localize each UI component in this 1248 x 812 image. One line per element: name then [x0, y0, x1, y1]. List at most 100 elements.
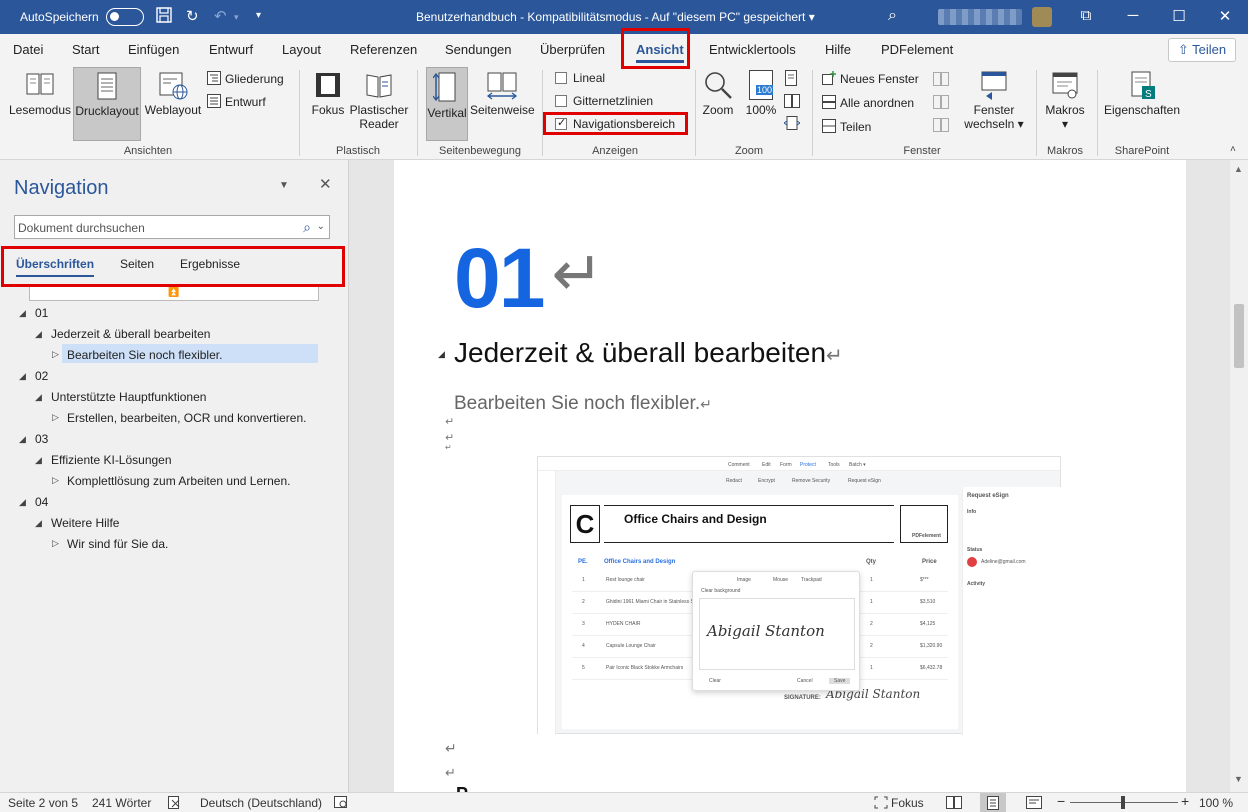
- nav-search-input[interactable]: Dokument durchsuchen ⌕ ⌄: [14, 215, 330, 239]
- zoom-100-button[interactable]: 100 100%: [742, 70, 780, 117]
- scrollbar-thumb[interactable]: [1234, 304, 1244, 368]
- document-page[interactable]: 01 ↵ ◢ Jederzeit & überall bearbeiten↵ Be…: [394, 160, 1186, 792]
- fokus-button[interactable]: Fokus: [308, 70, 348, 117]
- heading-1[interactable]: Jederzeit & überall bearbeiten↵: [454, 337, 843, 369]
- subheading[interactable]: Bearbeiten Sie noch flexibler.↵: [454, 393, 712, 415]
- lesemodus-button[interactable]: Lesemodus: [8, 70, 72, 117]
- document-area[interactable]: 01 ↵ ◢ Jederzeit & überall bearbeiten↵ Be…: [350, 160, 1230, 792]
- tree-item[interactable]: Jederzeit & überall bearbeiten: [51, 327, 210, 341]
- zoom-in-button[interactable]: +: [1181, 793, 1189, 809]
- collapsed-triangle-icon[interactable]: ▷: [52, 475, 59, 486]
- redo-icon[interactable]: ↻: [186, 7, 199, 25]
- maximize-button[interactable]: ☐: [1164, 7, 1194, 25]
- focus-label[interactable]: Fokus: [891, 796, 924, 810]
- tab-referenzen[interactable]: Referenzen: [350, 42, 417, 57]
- search-icon[interactable]: ⌕: [888, 7, 897, 25]
- page-count[interactable]: Seite 2 von 5: [8, 796, 78, 810]
- one-page-icon[interactable]: [785, 70, 797, 89]
- tree-item[interactable]: Wir sind für Sie da.: [67, 537, 168, 551]
- tree-item[interactable]: Unterstützte Hauptfunktionen: [51, 390, 206, 404]
- document-title[interactable]: Benutzerhandbuch - Kompatibilitätsmodus …: [416, 10, 815, 24]
- zoom-button[interactable]: Zoom: [700, 70, 736, 117]
- word-count[interactable]: 241 Wörter: [92, 796, 151, 810]
- tab-hilfe[interactable]: Hilfe: [825, 42, 851, 57]
- collapsed-triangle-icon[interactable]: ▷: [52, 412, 59, 423]
- tree-item[interactable]: 03: [35, 432, 48, 446]
- reset-window-icon[interactable]: [933, 118, 949, 135]
- page-width-icon[interactable]: [783, 116, 801, 133]
- tab-entwurf[interactable]: Entwurf: [209, 42, 253, 57]
- tab-start[interactable]: Start: [72, 42, 99, 57]
- tree-item[interactable]: Erstellen, bearbeiten, OCR und konvertie…: [67, 411, 306, 425]
- print-layout-icon[interactable]: [980, 793, 1006, 812]
- minimize-button[interactable]: ─: [1118, 7, 1148, 24]
- chevron-down-icon[interactable]: ⌄: [317, 221, 325, 232]
- lineal-checkbox[interactable]: Lineal: [555, 71, 605, 85]
- expand-triangle-icon[interactable]: ◢: [19, 497, 26, 508]
- undo-icon[interactable]: ↶: [214, 7, 227, 25]
- tab-entwicklertools[interactable]: Entwicklertools: [709, 42, 796, 57]
- save-icon[interactable]: [156, 7, 172, 27]
- vertikal-button[interactable]: Vertikal: [426, 67, 468, 141]
- expand-triangle-icon[interactable]: ◢: [35, 518, 42, 529]
- tab-layout[interactable]: Layout: [282, 42, 321, 57]
- collapse-heading-icon[interactable]: ◢: [438, 349, 445, 360]
- side-by-side-icon[interactable]: [933, 72, 949, 89]
- customize-quick-access-icon[interactable]: ▾: [256, 10, 261, 21]
- collapsed-triangle-icon[interactable]: ▷: [52, 538, 59, 549]
- fenster-wechseln-button[interactable]: Fenster wechseln ▾: [960, 70, 1028, 131]
- zoom-percent[interactable]: 100 %: [1199, 796, 1233, 810]
- tree-item[interactable]: Bearbeiten Sie noch flexibler.: [67, 348, 222, 362]
- tab-ueberpruefen[interactable]: Überprüfen: [540, 42, 605, 57]
- tab-datei[interactable]: Datei: [13, 42, 43, 57]
- expand-triangle-icon[interactable]: ◢: [35, 392, 42, 403]
- autosave-toggle[interactable]: [106, 8, 144, 26]
- alle-anordnen-button[interactable]: Alle anordnen: [822, 95, 914, 110]
- expand-triangle-icon[interactable]: ◢: [19, 308, 26, 319]
- tree-item[interactable]: 04: [35, 495, 48, 509]
- seitenweise-button[interactable]: Seitenweise: [470, 70, 535, 117]
- close-button[interactable]: ✕: [1210, 7, 1240, 25]
- neues-fenster-button[interactable]: Neues Fenster: [822, 71, 919, 86]
- teilen-split-button[interactable]: Teilen: [822, 119, 871, 134]
- zoom-out-button[interactable]: −: [1057, 793, 1065, 809]
- tab-sendungen[interactable]: Sendungen: [445, 42, 512, 57]
- undo-dropdown-icon[interactable]: ▾: [234, 12, 239, 23]
- tab-pdfelement[interactable]: PDFelement: [881, 42, 953, 57]
- gitternetzlinien-checkbox[interactable]: Gitternetzlinien: [555, 94, 653, 108]
- tree-item[interactable]: 01: [35, 306, 48, 320]
- search-icon[interactable]: ⌕: [303, 219, 311, 236]
- tree-item[interactable]: Weitere Hilfe: [51, 516, 119, 530]
- chevron-down-icon[interactable]: ▼: [279, 180, 289, 191]
- embedded-screenshot-image[interactable]: Comment Edit Form Protect Tools Batch ▾ …: [537, 456, 1062, 735]
- accessibility-icon[interactable]: [334, 796, 348, 812]
- ribbon-display-options-icon[interactable]: ⧉: [1071, 7, 1101, 24]
- collapsed-triangle-icon[interactable]: ▷: [52, 349, 59, 360]
- web-layout-icon[interactable]: [1026, 796, 1042, 812]
- makros-button[interactable]: Makros ▾: [1040, 70, 1090, 131]
- tree-item[interactable]: 02: [35, 369, 48, 383]
- vertical-scrollbar[interactable]: ▲ ▼: [1230, 160, 1248, 792]
- account-name[interactable]: [938, 9, 1022, 25]
- plastischer-reader-button[interactable]: Plastischer Reader: [348, 70, 410, 131]
- collapse-ribbon-icon[interactable]: ˄: [1230, 144, 1236, 155]
- close-icon[interactable]: ✕: [319, 175, 332, 193]
- gliederung-button[interactable]: Gliederung: [207, 71, 284, 86]
- expand-triangle-icon[interactable]: ◢: [19, 371, 26, 382]
- language[interactable]: Deutsch (Deutschland): [200, 796, 322, 810]
- weblayout-button[interactable]: Weblayout: [142, 70, 204, 117]
- tree-item[interactable]: Effiziente KI-Lösungen: [51, 453, 172, 467]
- scroll-down-icon[interactable]: ▼: [1234, 774, 1243, 784]
- tree-item[interactable]: Komplettlösung zum Arbeiten und Lernen.: [67, 474, 290, 488]
- drucklayout-button[interactable]: Drucklayout: [73, 67, 141, 141]
- expand-triangle-icon[interactable]: ◢: [35, 455, 42, 466]
- sync-scroll-icon[interactable]: [933, 95, 949, 112]
- eigenschaften-button[interactable]: S Eigenschaften: [1100, 70, 1184, 117]
- proofing-icon[interactable]: [168, 796, 182, 812]
- avatar[interactable]: [1032, 7, 1052, 27]
- multiple-pages-icon[interactable]: [784, 94, 800, 111]
- read-mode-icon[interactable]: [946, 796, 962, 812]
- share-button[interactable]: ⇧ Teilen: [1168, 38, 1236, 62]
- chapter-number[interactable]: 01 ↵: [454, 230, 603, 327]
- expand-triangle-icon[interactable]: ◢: [19, 434, 26, 445]
